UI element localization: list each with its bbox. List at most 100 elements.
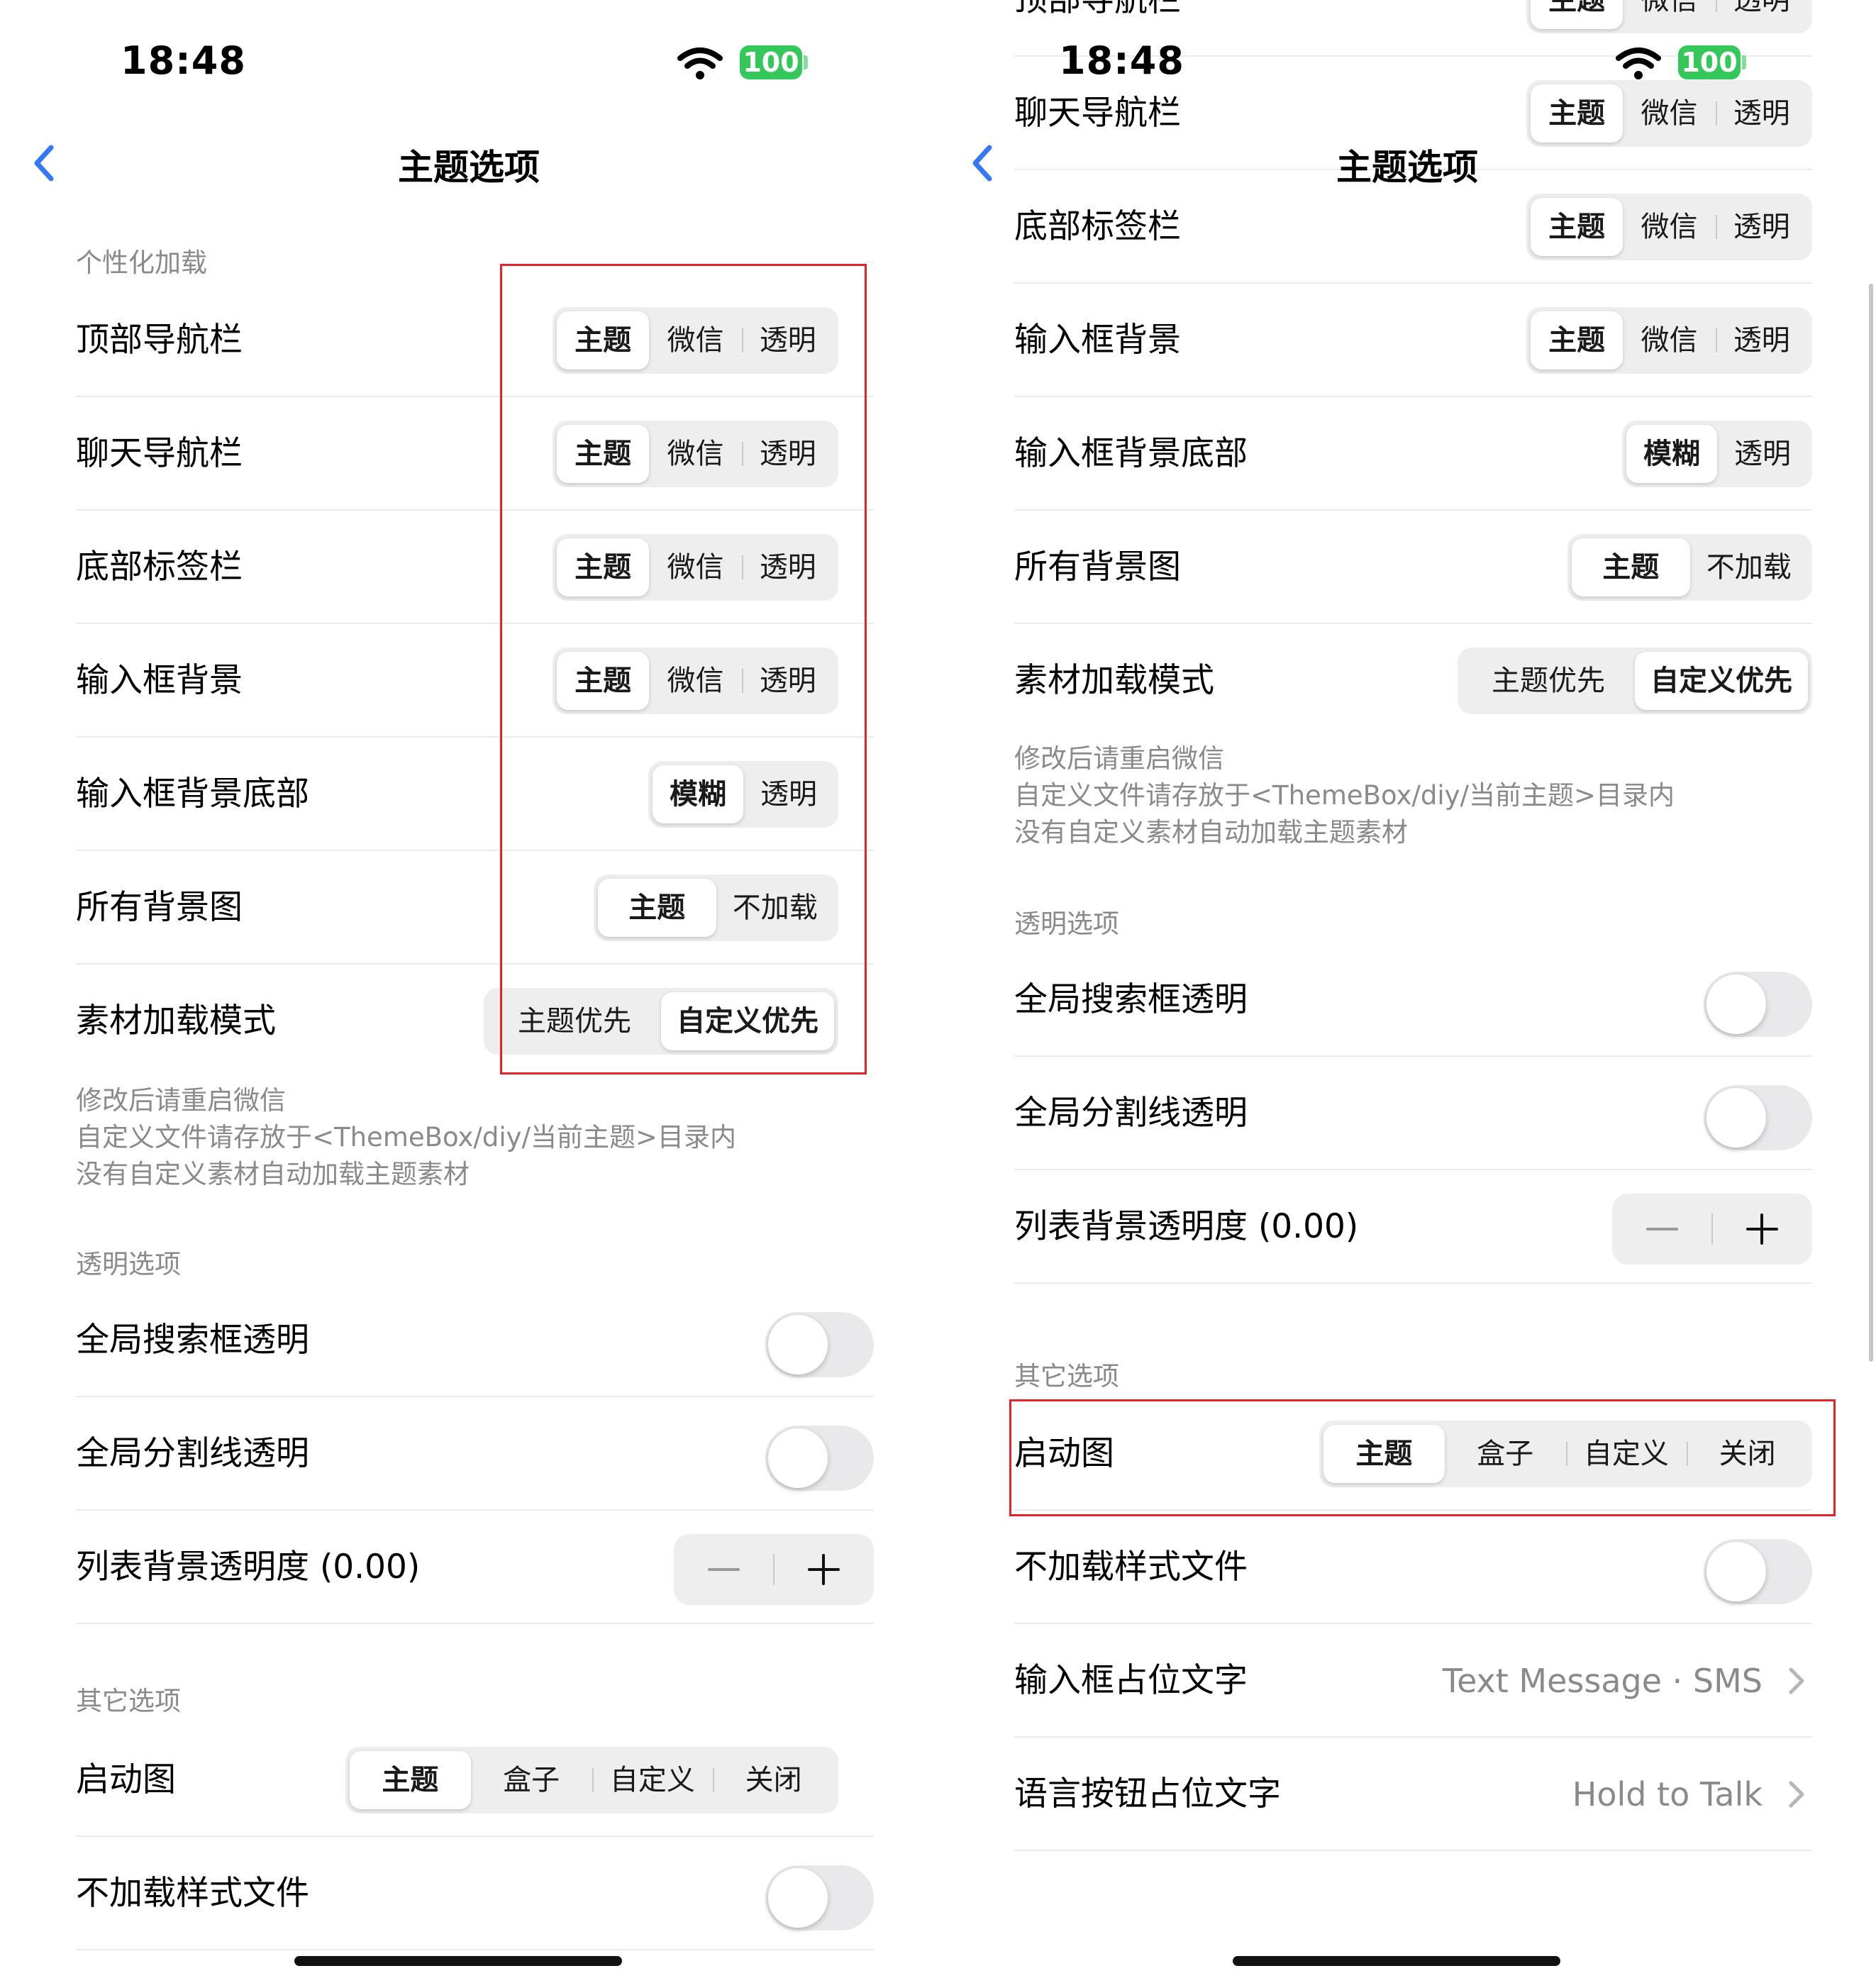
row-label: 输入框占位文字 — [1014, 1661, 1248, 1700]
segment-custom[interactable]: 自定义 — [592, 1751, 714, 1809]
segment-blur[interactable]: 模糊 — [1626, 425, 1717, 483]
row-search-transparent: 全局搜索框透明 — [938, 943, 1876, 1057]
segment-off[interactable]: 关闭 — [713, 1751, 834, 1809]
footnote-line: 自定义文件请存放于<ThemeBox/diy/当前主题>目录内 — [76, 1122, 736, 1152]
row-label: 语言按钮占位文字 — [1014, 1774, 1281, 1813]
wifi-icon — [1616, 48, 1661, 79]
segment-box[interactable]: 盒子 — [471, 1751, 592, 1809]
minus-button[interactable] — [1612, 1194, 1712, 1265]
segment-no-load[interactable]: 不加载 — [1690, 538, 1809, 596]
divider — [76, 1949, 874, 1950]
chevron-right-icon — [1789, 1781, 1804, 1808]
row-label: 全局分割线透明 — [76, 1434, 309, 1473]
row-label: 底部标签栏 — [76, 548, 243, 587]
section-header-transparent: 透明选项 — [76, 1249, 181, 1279]
switch-knob — [768, 1428, 828, 1488]
row-all-bg: 所有背景图 主题 不加载 — [938, 511, 1876, 624]
search-transparent-switch[interactable] — [765, 1312, 874, 1377]
segment-wechat[interactable]: 微信 — [1623, 311, 1715, 370]
row-detail-value: Hold to Talk — [1572, 1775, 1763, 1813]
switch-knob — [1706, 1542, 1766, 1601]
row-label: 列表背景透明度 (0.00) — [1014, 1207, 1359, 1246]
page-title: 主题选项 — [1336, 147, 1478, 188]
minus-icon — [708, 1568, 740, 1571]
battery-cap — [1742, 55, 1746, 70]
minus-button[interactable] — [674, 1534, 774, 1605]
screen-left: 个性化加载 顶部导航栏 主题 微信 透明 聊天导航栏 主题 微信 透明 底部标签… — [0, 0, 938, 1983]
page-title: 主题选项 — [398, 147, 540, 188]
screen-right: 顶部导航栏 主题 微信 透明 聊天导航栏 主题 微信 透明 底部标签栏 主题 微… — [938, 0, 1876, 1983]
footnote-line: 没有自定义素材自动加载主题素材 — [1014, 817, 1408, 848]
switch-knob — [768, 1315, 828, 1374]
plus-button[interactable] — [1712, 1194, 1812, 1265]
switch-knob — [768, 1868, 828, 1928]
divider-transparent-switch[interactable] — [765, 1426, 874, 1491]
segmented-control-all-bg: 主题 不加载 — [1567, 534, 1812, 601]
segmented-control-launch-image: 主题 盒子 自定义 关闭 — [345, 1747, 838, 1813]
home-indicator — [1233, 1956, 1560, 1966]
row-label: 输入框背景底部 — [76, 774, 309, 813]
status-time: 18:48 — [1059, 38, 1184, 83]
row-label: 所有背景图 — [76, 888, 243, 927]
wifi-icon — [677, 48, 723, 79]
row-label: 素材加载模式 — [1014, 661, 1214, 700]
footnote-line: 修改后请重启微信 — [76, 1085, 286, 1116]
search-transparent-switch[interactable] — [1704, 972, 1812, 1037]
battery-cap — [804, 55, 808, 70]
divider-transparent-switch[interactable] — [1704, 1085, 1812, 1150]
row-input-placeholder[interactable]: 输入框占位文字 Text Message · SMS — [938, 1624, 1876, 1738]
segment-custom-first[interactable]: 自定义优先 — [1635, 652, 1808, 710]
divider — [1014, 1850, 1812, 1851]
row-voice-placeholder[interactable]: 语言按钮占位文字 Hold to Talk — [938, 1738, 1876, 1851]
highlight-box — [500, 264, 867, 1074]
row-input-bg: 输入框背景 主题 微信 透明 — [938, 284, 1876, 397]
plus-icon — [1746, 1213, 1778, 1245]
status-bar: 18:48 100 — [938, 0, 1876, 121]
row-list-opacity: 列表背景透明度 (0.00) — [938, 1170, 1876, 1284]
row-search-transparent: 全局搜索框透明 — [0, 1284, 938, 1397]
footnote: 修改后请重启微信 自定义文件请存放于<ThemeBox/diy/当前主题>目录内… — [76, 1082, 736, 1193]
segmented-control-input-bg-bottom: 模糊 透明 — [1622, 421, 1812, 487]
no-style-switch[interactable] — [765, 1865, 874, 1931]
highlight-box — [1009, 1399, 1836, 1516]
status-time: 18:48 — [121, 38, 246, 83]
row-label: 启动图 — [76, 1760, 176, 1799]
row-label: 全局搜索框透明 — [76, 1321, 309, 1360]
segment-theme-first[interactable]: 主题优先 — [1462, 652, 1635, 710]
row-label: 全局分割线透明 — [1014, 1094, 1248, 1133]
row-label: 输入框背景 — [76, 661, 243, 700]
divider — [1014, 1282, 1812, 1284]
row-material-mode: 素材加载模式 主题优先 自定义优先 — [938, 624, 1876, 738]
segment-transparent[interactable]: 透明 — [1717, 425, 1808, 483]
segmented-control-input-bg: 主题 微信 透明 — [1526, 307, 1812, 374]
segmented-control-material-mode: 主题优先 自定义优先 — [1458, 648, 1812, 714]
scroll-indicator[interactable] — [1869, 284, 1873, 1362]
segment-theme[interactable]: 主题 — [1531, 311, 1624, 370]
status-bar: 18:48 100 — [0, 0, 938, 121]
row-label: 不加载样式文件 — [1014, 1548, 1248, 1587]
divider — [76, 1623, 874, 1624]
row-label: 列表背景透明度 (0.00) — [76, 1548, 421, 1587]
opacity-stepper — [674, 1534, 874, 1605]
navigation-bar: 主题选项 — [938, 121, 1876, 206]
section-header-other: 其它选项 — [1014, 1361, 1119, 1392]
chevron-right-icon — [1789, 1667, 1804, 1694]
segment-theme[interactable]: 主题 — [1531, 198, 1624, 256]
home-indicator — [294, 1956, 622, 1966]
battery-indicator: 100 — [740, 45, 802, 79]
segment-theme[interactable]: 主题 — [1572, 538, 1690, 596]
segment-theme[interactable]: 主题 — [350, 1751, 471, 1809]
row-input-bg-bottom: 输入框背景底部 模糊 透明 — [938, 397, 1876, 511]
row-list-opacity: 列表背景透明度 (0.00) — [0, 1511, 938, 1624]
section-header-transparent: 透明选项 — [1014, 909, 1119, 939]
row-divider-transparent: 全局分割线透明 — [938, 1057, 1876, 1170]
plus-button[interactable] — [774, 1534, 874, 1605]
row-label: 所有背景图 — [1014, 548, 1181, 587]
segment-transparent[interactable]: 透明 — [1715, 198, 1808, 256]
section-header-personalize: 个性化加载 — [76, 248, 207, 278]
no-style-switch[interactable] — [1704, 1539, 1812, 1604]
row-divider-transparent: 全局分割线透明 — [0, 1397, 938, 1511]
segment-wechat[interactable]: 微信 — [1623, 198, 1715, 256]
segment-transparent[interactable]: 透明 — [1715, 311, 1808, 370]
footnote-line: 自定义文件请存放于<ThemeBox/diy/当前主题>目录内 — [1014, 780, 1675, 811]
